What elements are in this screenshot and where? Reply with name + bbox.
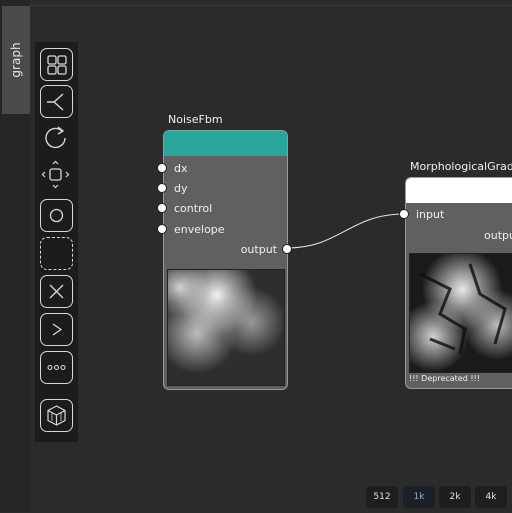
delete-x-icon bbox=[49, 284, 64, 299]
branch-icon bbox=[47, 93, 64, 111]
port-label-output: output bbox=[240, 243, 277, 256]
port-label-envelope: envelope bbox=[174, 223, 225, 236]
dashed-select-icon bbox=[41, 238, 72, 269]
tab-graph[interactable]: graph bbox=[2, 6, 30, 114]
expand-button[interactable] bbox=[40, 313, 73, 346]
layout-grid-icon bbox=[47, 55, 67, 75]
resolution-2k-button[interactable]: 2k bbox=[439, 486, 471, 508]
more-dots-icon bbox=[47, 364, 66, 371]
morph-preview-image bbox=[409, 253, 512, 373]
port-label-control: control bbox=[174, 202, 213, 215]
refresh-button[interactable] bbox=[40, 122, 73, 155]
refresh-icon bbox=[45, 126, 66, 149]
port-label-dy: dy bbox=[174, 182, 188, 195]
more-button[interactable] bbox=[40, 351, 73, 384]
input-port-morphgrad[interactable] bbox=[399, 209, 409, 219]
input-port-envelope[interactable] bbox=[157, 224, 167, 234]
graph-toolbar bbox=[35, 42, 78, 442]
cube-icon bbox=[47, 405, 66, 426]
move-icon bbox=[41, 160, 70, 189]
layout-grid-button[interactable] bbox=[40, 48, 73, 81]
node-title-noisefbm: NoiseFbm bbox=[168, 113, 223, 126]
input-port-dx[interactable] bbox=[157, 163, 167, 173]
port-label-input: input bbox=[416, 208, 445, 221]
node-morphologicalgrad[interactable]: input outpu !!! Deprecated !!! bbox=[405, 177, 512, 389]
circle-button[interactable] bbox=[40, 199, 73, 232]
node-header-noisefbm[interactable] bbox=[164, 131, 287, 156]
noise-preview-image bbox=[167, 269, 285, 386]
select-region-button[interactable] bbox=[40, 237, 73, 270]
delete-button[interactable] bbox=[40, 275, 73, 308]
node-title-morphgrad: MorphologicalGrad bbox=[410, 160, 512, 173]
node-header-morphgrad[interactable] bbox=[406, 178, 512, 203]
resolution-512-button[interactable]: 512 bbox=[366, 486, 398, 508]
resolution-1k-button[interactable]: 1k bbox=[403, 486, 435, 508]
input-port-dy[interactable] bbox=[157, 183, 167, 193]
circle-icon bbox=[49, 208, 64, 223]
input-port-control[interactable] bbox=[157, 203, 167, 213]
port-label-dx: dx bbox=[174, 162, 188, 175]
move-button[interactable] bbox=[40, 159, 73, 192]
branch-button[interactable] bbox=[40, 85, 73, 118]
output-port-noisefbm[interactable] bbox=[282, 244, 292, 254]
3d-view-button[interactable] bbox=[40, 399, 73, 432]
port-label-morph-output: outpu bbox=[484, 229, 512, 242]
chevron-right-icon bbox=[52, 323, 63, 336]
node-noisefbm[interactable]: dx dy control envelope output bbox=[163, 130, 288, 390]
tab-graph-label: graph bbox=[9, 42, 23, 78]
deprecated-label: !!! Deprecated !!! bbox=[409, 374, 480, 383]
resolution-4k-button[interactable]: 4k bbox=[475, 486, 507, 508]
